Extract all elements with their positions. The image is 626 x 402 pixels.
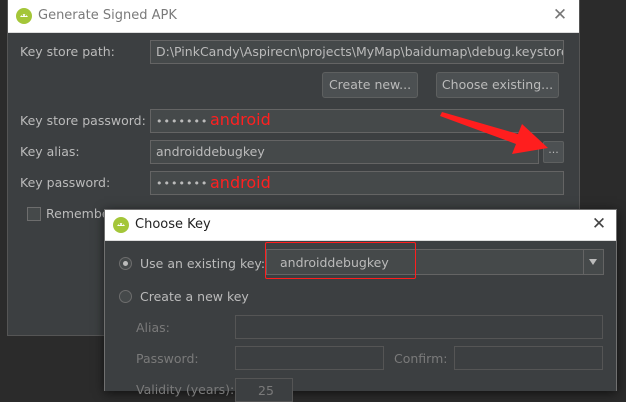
close-icon[interactable]: ✕ — [551, 6, 569, 24]
password-annotation: android — [210, 110, 271, 129]
create-new-key-radio[interactable] — [119, 290, 132, 303]
key-store-path-label: Key store path: — [20, 44, 115, 59]
title-bar: Generate Signed APK ✕ — [8, 0, 579, 33]
password-label: Password: — [136, 351, 199, 366]
alias-label: Alias: — [136, 320, 170, 335]
android-icon — [16, 8, 32, 24]
create-new-key-label: Create a new key — [140, 289, 249, 304]
chevron-down-icon[interactable] — [583, 250, 603, 274]
password-mask: ••••••• — [156, 115, 209, 128]
key-store-path-field[interactable]: D:\PinkCandy\Aspirecn\projects\MyMap\bai… — [150, 40, 564, 64]
password-field[interactable] — [235, 346, 384, 370]
password-mask: ••••••• — [156, 177, 209, 190]
validity-value: 25 — [258, 383, 274, 398]
confirm-label: Confirm: — [394, 351, 448, 366]
dialog-title: Generate Signed APK — [38, 8, 177, 23]
title-bar: Choose Key ✕ — [105, 210, 616, 241]
close-icon[interactable]: ✕ — [590, 215, 608, 233]
highlight-annotation — [265, 242, 416, 279]
dialog-title: Choose Key — [135, 217, 211, 232]
alias-field[interactable] — [235, 315, 603, 339]
red-arrow-annotation — [440, 112, 548, 154]
key-password-label: Key password: — [20, 175, 111, 190]
remember-label: Remembe — [46, 206, 110, 221]
use-existing-key-radio[interactable] — [119, 257, 132, 270]
key-store-password-label: Key store password: — [20, 113, 146, 128]
create-new-button[interactable]: Create new... — [322, 72, 418, 98]
choose-existing-button[interactable]: Choose existing... — [436, 72, 559, 98]
choose-key-dialog: Choose Key ✕ Use an existing key: androi… — [104, 209, 617, 402]
remember-checkbox[interactable] — [27, 207, 41, 221]
android-icon — [113, 217, 129, 233]
use-existing-key-label: Use an existing key: — [140, 256, 266, 271]
key-alias-label: Key alias: — [20, 144, 80, 159]
validity-stepper[interactable]: 25 — [235, 378, 293, 402]
confirm-field[interactable] — [454, 346, 603, 370]
key-password-annotation: android — [210, 173, 271, 192]
